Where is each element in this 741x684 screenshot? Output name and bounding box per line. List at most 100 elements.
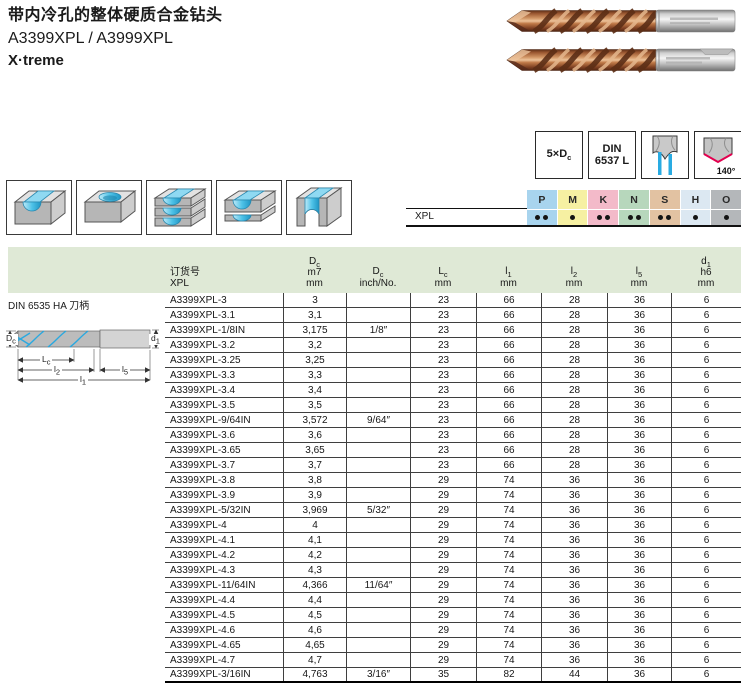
order-code: A3399XPL-4.6	[165, 623, 283, 637]
value-cell: 36	[607, 593, 671, 607]
value-cell: 29	[410, 623, 476, 637]
order-code: A3399XPL-1/8IN	[165, 323, 283, 337]
length-ratio-label: 5×Dc	[547, 148, 572, 162]
column-header-0: 订货号XPL	[165, 268, 283, 289]
order-code: A3399XPL-3.1	[165, 308, 283, 322]
value-cell: 36	[607, 638, 671, 652]
value-cell: 66	[476, 428, 541, 442]
table-row: A3399XPL-4.34,3297436366	[165, 563, 741, 578]
value-cell: 4,763	[283, 668, 346, 681]
app-sandwich-plate-icon	[216, 180, 282, 235]
order-code: A3399XPL-3.3	[165, 368, 283, 382]
value-cell: 6	[671, 608, 741, 622]
value-cell: 28	[541, 443, 607, 457]
value-cell: 74	[476, 488, 541, 502]
value-cell: 6	[671, 473, 741, 487]
value-cell: 36	[607, 338, 671, 352]
value-cell: 36	[541, 638, 607, 652]
value-cell: 3,175	[283, 323, 346, 337]
value-cell: 29	[410, 473, 476, 487]
dim-label-l5: l5	[120, 365, 130, 376]
material-row-label: XPL	[415, 211, 434, 222]
material-suitability-dots	[527, 210, 741, 225]
material-dots-S	[650, 210, 680, 225]
value-cell: 6	[671, 398, 741, 412]
value-cell: 23	[410, 353, 476, 367]
value-cell	[346, 443, 410, 457]
value-cell: 66	[476, 398, 541, 412]
value-cell: 6	[671, 443, 741, 457]
value-cell: 6	[671, 578, 741, 592]
value-cell: 4,4	[283, 593, 346, 607]
value-cell: 28	[541, 353, 607, 367]
value-cell: 29	[410, 653, 476, 667]
suitability-dot	[658, 215, 663, 220]
value-cell: 28	[541, 338, 607, 352]
value-cell: 66	[476, 353, 541, 367]
value-cell	[346, 593, 410, 607]
table-row: A3399XPL-3.73,7236628366	[165, 458, 741, 473]
value-cell	[346, 533, 410, 547]
table-row: A3399XPL-3.33,3236628366	[165, 368, 741, 383]
value-cell: 74	[476, 563, 541, 577]
table-row: A3399XPL-3.253,25236628366	[165, 353, 741, 368]
value-cell: 6	[671, 653, 741, 667]
value-cell: 36	[541, 488, 607, 502]
table-row: A3399XPL-5/32IN3,9695/32″297436366	[165, 503, 741, 518]
internal-coolant-icon	[643, 133, 687, 177]
value-cell: 74	[476, 593, 541, 607]
value-cell: 23	[410, 458, 476, 472]
value-cell	[346, 338, 410, 352]
value-cell: 36	[607, 383, 671, 397]
suitability-dot	[570, 215, 575, 220]
value-cell: 11/64″	[346, 578, 410, 592]
value-cell: 3,2	[283, 338, 346, 352]
value-cell: 74	[476, 548, 541, 562]
shank-norm-label: DIN 6535 HA 刀柄	[8, 297, 89, 312]
material-row-bottom-border	[406, 225, 741, 227]
value-cell: 36	[607, 488, 671, 502]
value-cell: 36	[607, 323, 671, 337]
value-cell: 6	[671, 593, 741, 607]
value-cell: 36	[541, 578, 607, 592]
table-row: A3399XPL-3.83,8297436366	[165, 473, 741, 488]
value-cell: 29	[410, 503, 476, 517]
value-cell	[346, 488, 410, 502]
value-cell: 3,4	[283, 383, 346, 397]
value-cell: 6	[671, 668, 741, 681]
order-code: A3399XPL-4.3	[165, 563, 283, 577]
value-cell: 36	[607, 353, 671, 367]
material-group-P: P	[527, 190, 557, 209]
value-cell: 36	[541, 533, 607, 547]
value-cell: 9/64″	[346, 413, 410, 427]
value-cell: 36	[607, 578, 671, 592]
table-row: A3399XPL-3.23,2236628366	[165, 338, 741, 353]
value-cell: 6	[671, 548, 741, 562]
order-code: A3399XPL-3.2	[165, 338, 283, 352]
product-line-name: X·treme	[8, 50, 223, 72]
application-icons	[6, 180, 352, 235]
value-cell: 3,572	[283, 413, 346, 427]
value-cell: 28	[541, 398, 607, 412]
order-code-series: A3399XPL / A3999XPL	[8, 27, 223, 50]
value-cell	[346, 383, 410, 397]
material-group-O: O	[711, 190, 741, 209]
value-cell	[346, 623, 410, 637]
order-code: A3399XPL-5/32IN	[165, 503, 283, 517]
material-group-row: PMKNSHO XPL	[406, 190, 741, 228]
point-angle-value: 140°	[717, 166, 736, 176]
value-cell: 36	[607, 443, 671, 457]
app-through-hole-icon	[6, 180, 72, 235]
value-cell: 44	[541, 668, 607, 681]
order-code: A3399XPL-4.65	[165, 638, 283, 652]
value-cell	[346, 428, 410, 442]
value-cell	[346, 308, 410, 322]
value-cell: 36	[607, 398, 671, 412]
value-cell: 29	[410, 518, 476, 532]
value-cell: 36	[607, 293, 671, 307]
value-cell: 23	[410, 368, 476, 382]
table-row: A3399XPL-4.14,1297436366	[165, 533, 741, 548]
dim-label-l2: l2	[52, 365, 62, 376]
order-code: A3399XPL-4	[165, 518, 283, 532]
value-cell: 6	[671, 323, 741, 337]
